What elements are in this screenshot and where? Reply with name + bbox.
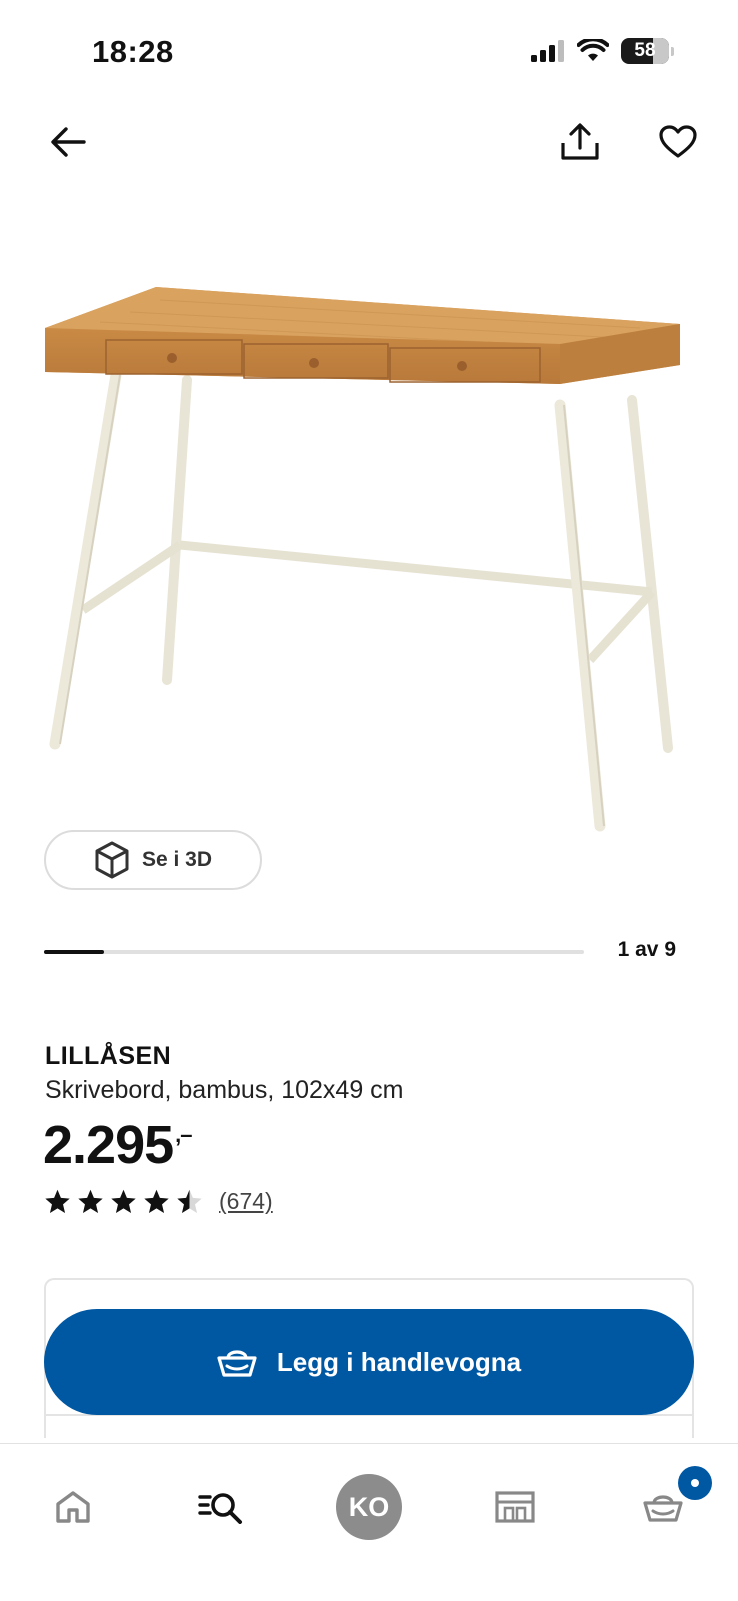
- nav-cart[interactable]: [628, 1466, 712, 1542]
- star-icon: [45, 1189, 70, 1213]
- cube-icon: [95, 841, 129, 879]
- price-suffix: ,–: [175, 1122, 192, 1147]
- add-to-cart-label: Legg i handlevogna: [276, 1346, 522, 1377]
- view-3d-button[interactable]: Se i 3D: [44, 830, 262, 890]
- star-icon: [78, 1189, 103, 1213]
- store-icon: [495, 1491, 535, 1523]
- share-button[interactable]: [554, 116, 606, 168]
- profile-avatar: KO: [336, 1474, 402, 1540]
- signal-icon: [531, 40, 564, 62]
- back-button[interactable]: [42, 116, 94, 168]
- nav-profile[interactable]: KO: [334, 1472, 404, 1542]
- price-value: 2.295: [43, 1115, 174, 1175]
- battery-indicator: 58: [621, 38, 669, 64]
- cart-icon: [643, 1495, 683, 1522]
- rating[interactable]: (674): [44, 1188, 273, 1215]
- view-3d-label: Se i 3D: [141, 848, 213, 871]
- gallery-progress-fill: [44, 950, 104, 954]
- product-price: 2.295,–: [43, 1114, 193, 1176]
- nav-home[interactable]: [38, 1472, 108, 1542]
- home-icon: [56, 1491, 90, 1523]
- wifi-icon: [577, 39, 609, 61]
- status-time: 18:28: [92, 34, 174, 69]
- search-icon: [198, 1493, 242, 1524]
- add-to-cart-button[interactable]: Legg i handlevogna: [44, 1309, 694, 1415]
- gallery-counter: 1 av 9: [617, 938, 676, 961]
- back-arrow-icon: [51, 127, 86, 157]
- star-icon: [111, 1189, 136, 1213]
- gallery-progress: [44, 950, 584, 954]
- cart-badge: [678, 1466, 712, 1500]
- favorite-button[interactable]: [652, 116, 704, 168]
- product-name: LILLÅSEN: [45, 1042, 172, 1070]
- basket-icon: [217, 1350, 257, 1377]
- nav-search[interactable]: [186, 1472, 256, 1542]
- review-count[interactable]: (674): [219, 1188, 273, 1215]
- status-icons: 58: [531, 38, 674, 64]
- product-description: Skrivebord, bambus, 102x49 cm: [45, 1076, 404, 1104]
- product-image[interactable]: [40, 260, 700, 860]
- nav-store[interactable]: [480, 1472, 550, 1542]
- star-icon: [177, 1189, 202, 1213]
- rating-stars: [44, 1188, 203, 1215]
- star-icon: [144, 1189, 169, 1213]
- bottom-nav: KO: [0, 1443, 738, 1601]
- heart-icon: [659, 125, 697, 158]
- battery-level: 58: [634, 40, 656, 61]
- share-icon: [561, 123, 599, 160]
